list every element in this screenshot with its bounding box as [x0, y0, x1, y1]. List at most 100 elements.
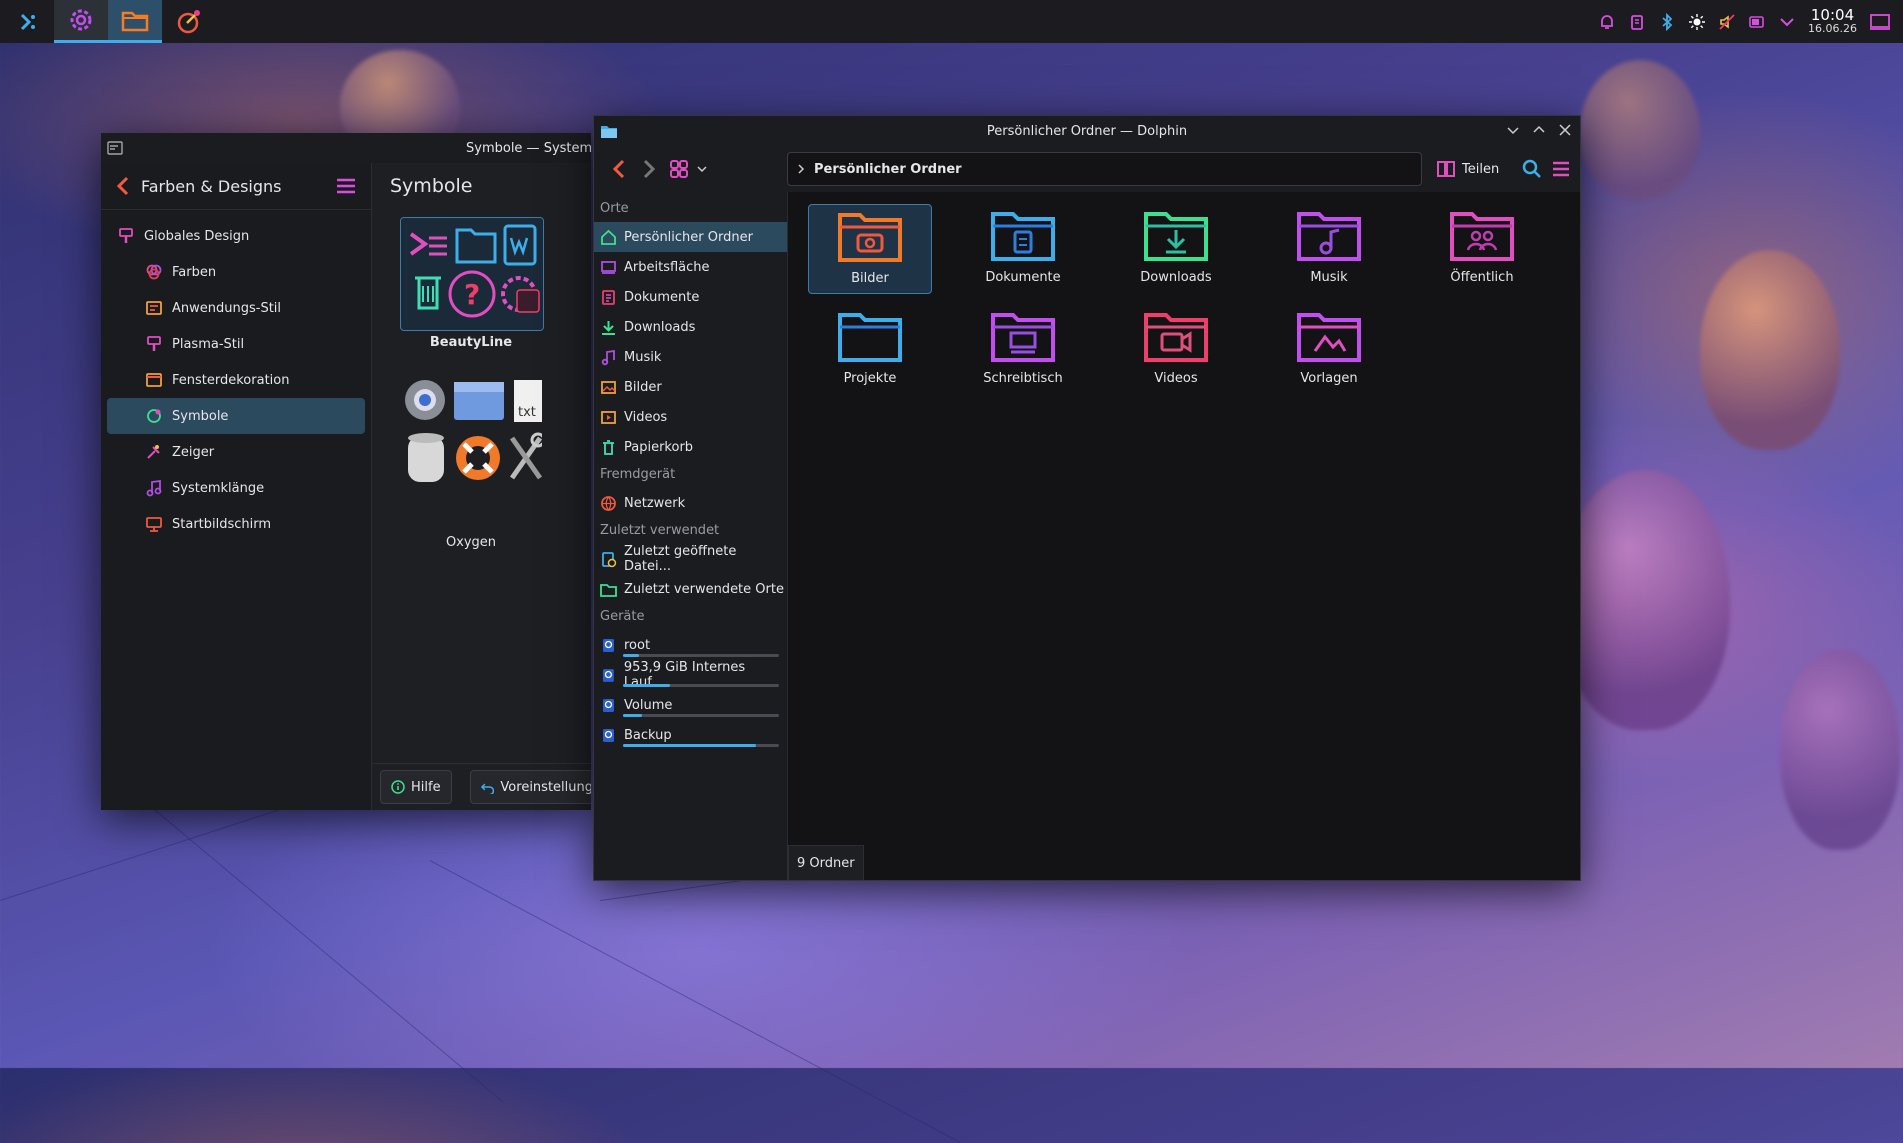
sidebar-item-splash-screen[interactable]: Startbildschirm [107, 506, 365, 542]
device-label: Volume [624, 697, 673, 713]
folder-label: Dokumente [985, 270, 1061, 285]
device-internal-drive[interactable]: 953,9 GiB Internes Lauf... [594, 660, 787, 690]
place-desktop[interactable]: Arbeitsfläche [594, 252, 787, 282]
icons-icon [147, 409, 161, 423]
place-label: Arbeitsfläche [624, 259, 710, 275]
clipboard-icon[interactable] [1628, 13, 1646, 31]
help-button[interactable]: Hilfe [380, 770, 452, 804]
settings-window-title: Symbole — Systemei [466, 140, 591, 156]
place-recent-files[interactable]: Zuletzt geöffnete Datei... [594, 544, 787, 574]
place-trash[interactable]: Papierkorb [594, 432, 787, 462]
taskbar-system-settings[interactable] [54, 0, 108, 43]
clock[interactable]: 10:04 16.06.26 [1808, 7, 1857, 36]
svg-text:txt: txt [518, 405, 536, 420]
folder-item[interactable]: Dokumente [961, 204, 1085, 294]
file-view[interactable]: Bilder Dokumente Downloads Musik Öffentl… [788, 192, 1580, 880]
sidebar-item-icons[interactable]: Symbole [107, 398, 365, 434]
section-header-remote: Fremdgerät [600, 467, 676, 482]
folder-item[interactable]: Downloads [1114, 204, 1238, 294]
chevron-down-icon [697, 166, 707, 173]
sidebar-item-global-design[interactable]: Globales Design [107, 218, 365, 254]
music-note-icon [146, 479, 162, 497]
share-label: Teilen [1462, 161, 1500, 177]
folder-icon [121, 11, 149, 32]
hamburger-menu-icon[interactable] [335, 177, 357, 195]
place-downloads[interactable]: Downloads [594, 312, 787, 342]
taskbar-dolphin[interactable] [108, 0, 162, 43]
place-pictures[interactable]: Bilder [594, 372, 787, 402]
volume-muted-icon[interactable] [1718, 13, 1736, 31]
pictures-icon [601, 380, 616, 394]
expand-tray-icon[interactable] [1778, 13, 1796, 31]
back-button[interactable] [604, 154, 634, 184]
device-usage-bar [623, 654, 779, 657]
settings-titlebar[interactable]: Symbole — Systemei [101, 133, 591, 163]
close-icon[interactable] [1558, 123, 1572, 137]
place-label: Dokumente [624, 289, 700, 305]
forward-button[interactable] [634, 154, 664, 184]
defaults-button[interactable]: Voreinstellunge [470, 770, 591, 804]
location-bar[interactable]: Persönlicher Ordner [787, 152, 1422, 186]
trash-icon [603, 439, 614, 455]
sidebar-item-plasma-style[interactable]: Plasma-Stil [107, 326, 365, 362]
battery-icon[interactable] [1748, 13, 1766, 31]
view-mode-dropdown[interactable] [694, 154, 710, 184]
beautyline-preview-icon: ? [409, 224, 540, 318]
theme-name-beautyline: BeautyLine [429, 335, 513, 350]
device-backup[interactable]: Backup [594, 720, 787, 750]
device-root[interactable]: root [594, 630, 787, 660]
place-label: Musik [624, 349, 662, 365]
application-style-icon [146, 301, 162, 315]
device-volume[interactable]: Volume [594, 690, 787, 720]
section-header-devices: Geräte [600, 609, 645, 624]
notification-bell-icon[interactable] [1598, 13, 1616, 31]
folder-item[interactable]: Öffentlich [1420, 204, 1544, 294]
dolphin-titlebar[interactable]: Persönlicher Ordner — Dolphin [594, 116, 1580, 146]
back-label[interactable]: Farben & Designs [141, 177, 325, 196]
brightness-icon[interactable] [1688, 13, 1706, 31]
dolphin-toolbar: Persönlicher Ordner Teilen [594, 146, 1580, 192]
clock-date: 16.06.26 [1808, 21, 1857, 35]
bluetooth-icon[interactable] [1658, 12, 1676, 31]
folder-item[interactable]: Musik [1267, 204, 1391, 294]
sidebar-item-cursors[interactable]: Zeiger [107, 434, 365, 470]
place-recent-locations[interactable]: Zuletzt verwendete Orte [594, 574, 787, 604]
device-usage-bar [623, 744, 779, 747]
taskbar-app-3[interactable] [162, 0, 216, 43]
share-button[interactable]: Teilen [1436, 154, 1499, 184]
breadcrumb[interactable]: Persönlicher Ordner [814, 162, 962, 177]
folder-item[interactable]: Projekte [808, 305, 932, 395]
folder-item[interactable]: Bilder [808, 204, 932, 294]
page-title: Symbole [390, 175, 473, 197]
folder-label: Bilder [851, 271, 889, 286]
place-network[interactable]: Netzwerk [594, 488, 787, 518]
view-mode-button[interactable] [664, 154, 694, 184]
place-home[interactable]: Persönlicher Ordner [594, 222, 787, 252]
desktop-folder-icon [991, 313, 1055, 362]
theme-card-oxygen[interactable]: txt [400, 378, 548, 490]
sidebar-item-application-style[interactable]: Anwendungs-Stil [107, 290, 365, 326]
app-launcher-button[interactable] [0, 0, 54, 43]
sidebar-item-system-sounds[interactable]: Systemklänge [107, 470, 365, 506]
place-documents[interactable]: Dokumente [594, 282, 787, 312]
back-arrow-icon [612, 159, 625, 179]
place-music[interactable]: Musik [594, 342, 787, 372]
place-videos[interactable]: Videos [594, 402, 787, 432]
theme-name-oxygen: Oxygen [445, 535, 497, 550]
folder-item[interactable]: Vorlagen [1267, 305, 1391, 395]
folder-item[interactable]: Videos [1114, 305, 1238, 395]
show-desktop-icon[interactable] [1869, 13, 1891, 31]
status-text: 9 Ordner [797, 855, 855, 871]
back-arrow-icon[interactable] [115, 175, 131, 197]
maximize-icon[interactable] [1532, 123, 1546, 137]
sidebar-item-window-decoration[interactable]: Fensterdekoration [107, 362, 365, 398]
folder-item[interactable]: Schreibtisch [961, 305, 1085, 395]
hamburger-menu-button[interactable] [1546, 154, 1576, 184]
public-folder-icon [1450, 212, 1514, 261]
sidebar-item-colors[interactable]: Farben [107, 254, 365, 290]
search-button[interactable] [1517, 154, 1547, 184]
drive-icon [603, 728, 614, 742]
theme-card-beautyline[interactable]: ? [400, 217, 544, 331]
window-menu-icon[interactable] [107, 140, 123, 156]
minimize-icon[interactable] [1506, 123, 1520, 137]
